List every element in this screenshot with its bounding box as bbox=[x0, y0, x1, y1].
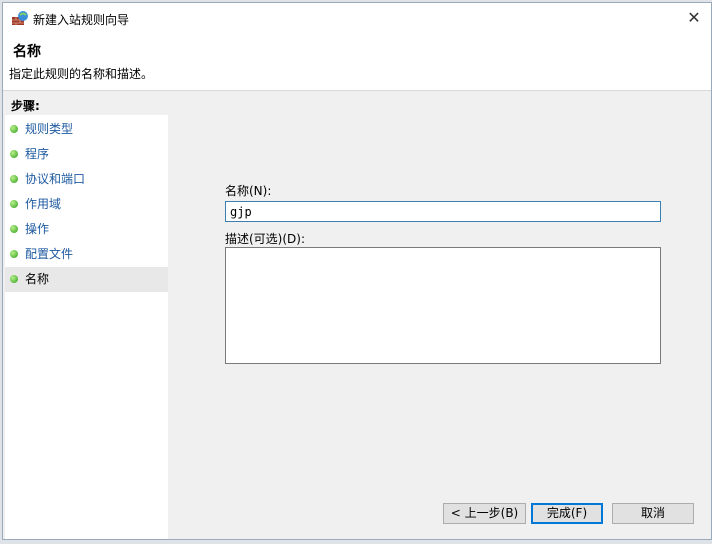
description-label: 描述(可选)(D): bbox=[225, 232, 306, 246]
finish-button[interactable]: 完成(F) bbox=[531, 503, 603, 524]
step-status-icon bbox=[10, 150, 18, 158]
step-label: 协议和端口 bbox=[25, 172, 86, 186]
step-name[interactable]: 名称 bbox=[5, 267, 168, 292]
step-status-icon bbox=[10, 275, 18, 283]
steps-panel: 步骤: 规则类型 程序 协议和端口 作用域 操作 配置文件 名称 bbox=[5, 93, 168, 539]
title-bar: 新建入站规则向导 ✕ bbox=[3, 3, 711, 35]
step-status-icon bbox=[10, 175, 18, 183]
step-label: 配置文件 bbox=[25, 247, 74, 261]
step-label: 作用域 bbox=[25, 197, 62, 211]
step-status-icon bbox=[10, 250, 18, 258]
description-input[interactable] bbox=[225, 247, 661, 364]
page-subtitle: 指定此规则的名称和描述。 bbox=[9, 67, 154, 81]
steps-heading: 步骤: bbox=[5, 93, 168, 115]
step-action[interactable]: 操作 bbox=[5, 217, 168, 242]
name-label: 名称(N): bbox=[225, 184, 272, 198]
step-status-icon bbox=[10, 200, 18, 208]
step-rule-type[interactable]: 规则类型 bbox=[5, 117, 168, 142]
step-protocol-ports[interactable]: 协议和端口 bbox=[5, 167, 168, 192]
wizard-dialog: 新建入站规则向导 ✕ 名称 指定此规则的名称和描述。 步骤: 规则类型 程序 协… bbox=[2, 2, 712, 540]
step-label: 名称 bbox=[25, 272, 50, 286]
close-button[interactable]: ✕ bbox=[683, 7, 705, 29]
step-program[interactable]: 程序 bbox=[5, 142, 168, 167]
step-scope[interactable]: 作用域 bbox=[5, 192, 168, 217]
page-title: 名称 bbox=[13, 44, 41, 60]
step-profile[interactable]: 配置文件 bbox=[5, 242, 168, 267]
step-label: 规则类型 bbox=[25, 122, 74, 136]
step-label: 程序 bbox=[25, 147, 50, 161]
page-header: 名称 指定此规则的名称和描述。 bbox=[3, 35, 711, 91]
step-label: 操作 bbox=[25, 222, 50, 236]
step-status-icon bbox=[10, 125, 18, 133]
name-input[interactable] bbox=[225, 201, 661, 222]
back-button[interactable]: < 上一步(B) bbox=[443, 503, 526, 524]
cancel-button[interactable]: 取消 bbox=[612, 503, 694, 524]
window-title: 新建入站规则向导 bbox=[33, 13, 130, 27]
firewall-icon bbox=[12, 11, 28, 25]
step-status-icon bbox=[10, 225, 18, 233]
